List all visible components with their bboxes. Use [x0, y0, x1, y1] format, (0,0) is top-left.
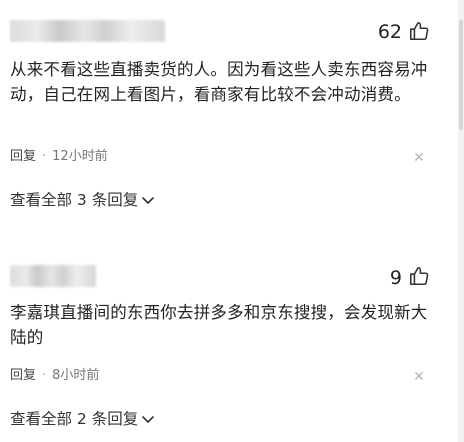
view-all-replies-label: 查看全部 3 条回复 — [10, 191, 139, 209]
comment-text: 李嘉琪直播间的东西你去拼多多和京东搜搜，会发现新大陆的 — [10, 303, 428, 347]
view-all-replies[interactable]: 查看全部 3 条回复 — [10, 189, 155, 211]
username-blurred — [10, 265, 96, 287]
view-all-replies-label: 查看全部 2 条回复 — [10, 410, 139, 428]
scrollbar-thumb[interactable] — [459, 20, 463, 130]
like-count: 62 — [377, 21, 402, 43]
comment-meta: 回复 · 8小时前 — [10, 368, 100, 383]
scrollbar[interactable] — [458, 0, 464, 442]
chevron-down-icon — [142, 416, 155, 423]
thumbs-up-icon[interactable] — [408, 20, 430, 42]
view-all-replies[interactable]: 查看全部 2 条回复 — [10, 408, 155, 430]
thumbs-up-icon[interactable] — [408, 265, 430, 287]
timestamp: 8小时前 — [52, 368, 100, 383]
comment-text: 从来不看这些直播卖货的人。因为看这些人卖东西容易冲动，自己在网上看图片，看商家有… — [10, 60, 428, 104]
close-icon[interactable]: ✕ — [412, 370, 426, 384]
reply-button[interactable]: 回复 — [10, 368, 36, 383]
chevron-down-icon — [142, 197, 155, 204]
comment-meta: 回复 · 12小时前 — [10, 149, 108, 164]
reply-button[interactable]: 回复 — [10, 149, 36, 164]
username-blurred — [10, 20, 165, 42]
timestamp: 12小时前 — [52, 149, 108, 164]
close-icon[interactable]: ✕ — [412, 151, 426, 165]
like-count: 9 — [389, 267, 402, 289]
